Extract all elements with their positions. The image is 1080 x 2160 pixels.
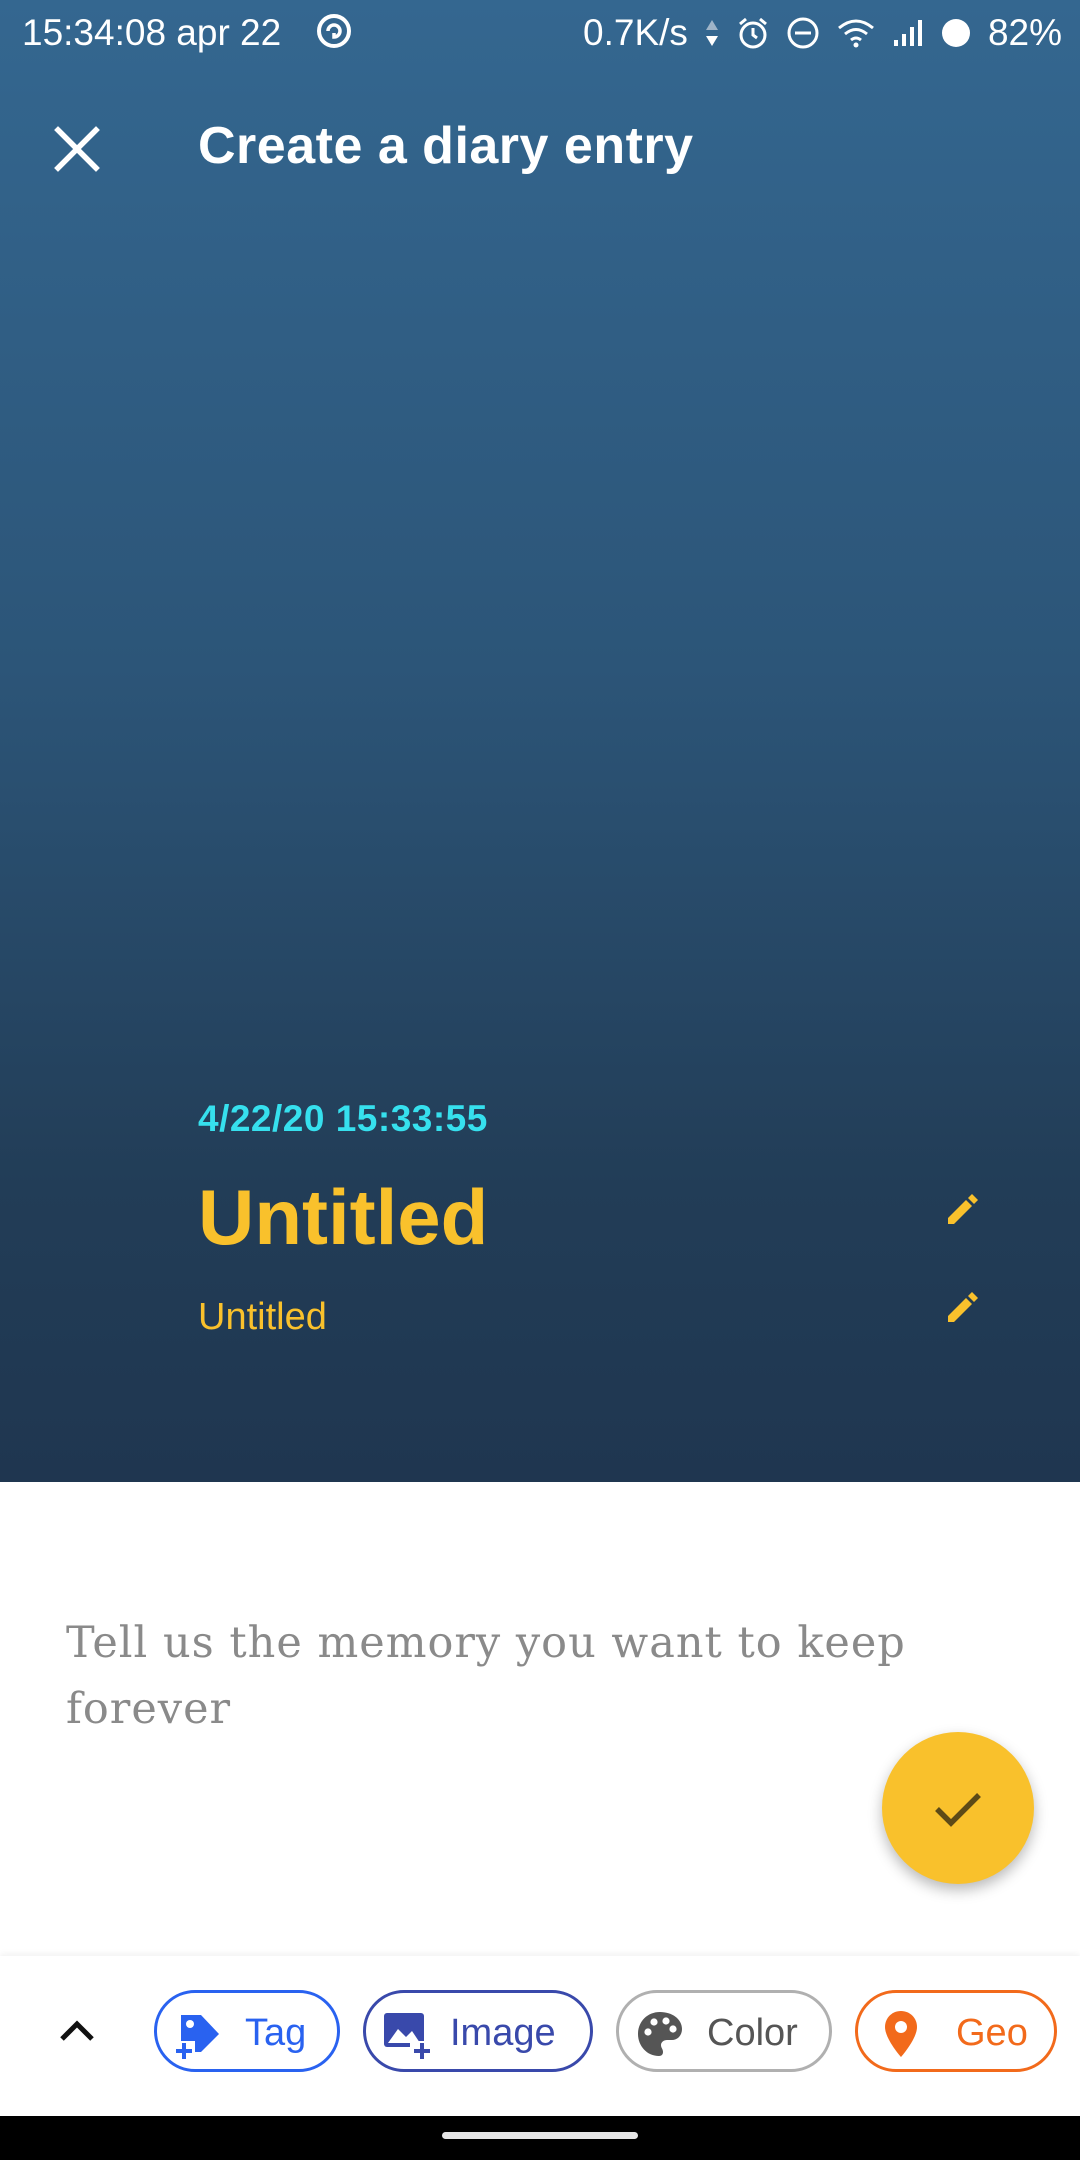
check-icon: [935, 1793, 981, 1827]
data-transfer-icon: [705, 20, 718, 46]
home-gesture-handle[interactable]: [442, 2132, 638, 2139]
tag-chip-label: Tag: [245, 2012, 307, 2054]
network-speed: 0.7K/s: [583, 12, 688, 53]
system-navigation-bar: [0, 2116, 1080, 2160]
page-title: Create a diary entry: [198, 117, 694, 175]
image-plus-icon: [384, 2013, 434, 2061]
do-not-disturb-icon: [787, 17, 819, 49]
memory-body-input[interactable]: Tell us the memory you want to keep fore…: [66, 1610, 936, 1742]
header-background: [0, 0, 1080, 1482]
entry-datetime[interactable]: 4/22/20 15:33:55: [198, 1098, 488, 1140]
entry-title[interactable]: Untitled: [198, 1172, 488, 1263]
geo-chip-label: Geo: [956, 2012, 1028, 2054]
signal-icon: [893, 20, 922, 46]
battery-level: 82%: [987, 12, 1062, 53]
sync-icon: [317, 14, 351, 48]
chevron-up-icon[interactable]: [52, 2006, 102, 2056]
image-chip-label: Image: [450, 2012, 556, 2054]
battery-saver-icon: [941, 19, 970, 47]
map-pin-icon: [885, 2011, 917, 2057]
alarm-icon: [738, 17, 767, 49]
edit-title-pencil-icon[interactable]: [934, 1180, 990, 1236]
app-bar: Create a diary entry: [0, 100, 1080, 190]
close-icon[interactable]: [44, 116, 110, 182]
geo-chip-button[interactable]: Geo: [855, 1990, 1057, 2072]
status-time: 15:34:08 apr 22: [22, 12, 282, 53]
color-chip-button[interactable]: Color: [616, 1990, 832, 2072]
wifi-icon: [837, 19, 874, 48]
tag-plus-icon: [173, 2015, 219, 2061]
save-entry-button[interactable]: [882, 1732, 1034, 1884]
tag-chip-button[interactable]: Tag: [154, 1990, 340, 2072]
color-chip-label: Color: [707, 2012, 798, 2054]
entry-subtitle[interactable]: Untitled: [198, 1296, 327, 1339]
status-bar: 15:34:08 apr 22 0.7K/s 82%: [0, 0, 1080, 66]
image-chip-button[interactable]: Image: [363, 1990, 593, 2072]
bottom-toolbar: Tag Image Color Geo: [0, 1956, 1080, 2116]
edit-subtitle-pencil-icon[interactable]: [934, 1278, 990, 1334]
palette-icon: [638, 2012, 682, 2056]
